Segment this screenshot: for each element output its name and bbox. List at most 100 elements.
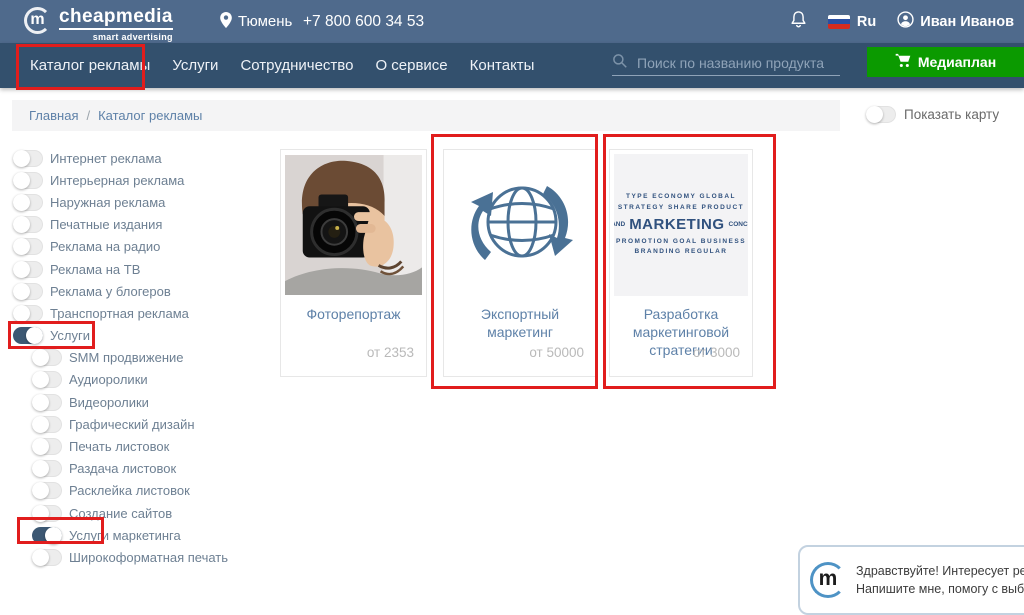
filter-toggle[interactable] [13, 327, 43, 344]
logo-letter: m [27, 10, 48, 31]
filter-toggle[interactable] [32, 394, 62, 411]
cart-icon [895, 53, 911, 71]
filter-toggle[interactable] [13, 172, 43, 189]
show-map-toggle[interactable] [866, 106, 896, 123]
user-name: Иван Иванов [920, 14, 1014, 30]
filter-label: Видеоролики [69, 395, 149, 410]
breadcrumb-home-link[interactable]: Главная [29, 108, 78, 123]
filter-label: Печатные издания [50, 217, 162, 232]
filter-row: Услуги [13, 325, 228, 347]
product-title: Фоторепортаж [285, 305, 422, 323]
phone-number[interactable]: +7 800 600 34 53 [303, 0, 424, 43]
filter-toggle[interactable] [13, 305, 43, 322]
russian-flag-icon [828, 15, 850, 29]
filter-row: Аудиоролики [32, 369, 228, 391]
filter-label: Реклама на радио [50, 239, 160, 254]
product-card-marketing-strategy[interactable]: TYPE ECONOMY GLOBAL STRATEGY SHARE PRODU… [609, 149, 753, 377]
filter-label: Услуги маркетинга [69, 528, 181, 543]
breadcrumb-separator: / [86, 108, 90, 123]
filter-toggle[interactable] [32, 371, 62, 388]
mediaplan-button[interactable]: Медиаплан [867, 47, 1024, 77]
filter-row: Реклама у блогеров [13, 280, 228, 302]
location-pin-icon [220, 12, 232, 32]
filter-row: Транспортная реклама [13, 302, 228, 324]
filter-toggle[interactable] [13, 216, 43, 233]
filter-toggle[interactable] [32, 482, 62, 499]
filter-row: Графический дизайн [32, 413, 228, 435]
filter-label: Раздача листовок [69, 461, 176, 476]
filter-toggle[interactable] [13, 238, 43, 255]
category-filter-list: Интернет реклама Интерьерная реклама Наруж… [13, 147, 228, 569]
top-bar: m cheapmedia smart advertising Тюмень +7… [0, 0, 1024, 43]
breadcrumb-current[interactable]: Каталог рекламы [98, 108, 202, 123]
cheapmedia-logo[interactable]: m cheapmedia smart advertising [24, 7, 173, 42]
filter-row: Реклама на ТВ [13, 258, 228, 280]
product-title: Экспортный маркетинг [448, 305, 592, 341]
product-card-photoreport[interactable]: Фоторепортаж от 2353 [280, 149, 427, 377]
filter-toggle[interactable] [13, 194, 43, 211]
notifications-bell-icon[interactable] [790, 9, 807, 34]
filter-toggle[interactable] [32, 349, 62, 366]
filter-row: SMM продвижение [32, 347, 228, 369]
filter-row: Интернет реклама [13, 147, 228, 169]
filter-toggle[interactable] [32, 549, 62, 566]
city-name: Тюмень [238, 13, 292, 30]
main-menu: Каталог рекламы Услуги Сотрудничество О … [30, 43, 534, 88]
filter-toggle[interactable] [13, 150, 43, 167]
chat-logo-m-icon: m [810, 562, 846, 598]
filter-label: Интернет реклама [50, 151, 162, 166]
filter-row: Интерьерная реклама [13, 169, 228, 191]
globe-arrows-icon [448, 154, 592, 296]
filter-toggle[interactable] [32, 527, 62, 544]
logo-m-icon: m [24, 7, 51, 34]
product-price: от 2353 [367, 345, 414, 360]
show-map-control: Показать карту [866, 106, 999, 123]
filter-label: Реклама у блогеров [50, 284, 171, 299]
user-account[interactable]: Иван Иванов [897, 11, 1014, 32]
nav-item-services[interactable]: Услуги [172, 57, 218, 74]
nav-item-about[interactable]: О сервисе [375, 57, 447, 74]
filter-label: Создание сайтов [69, 506, 172, 521]
filter-label: SMM продвижение [69, 350, 184, 365]
filter-label: Расклейка листовок [69, 483, 190, 498]
nav-item-cooperation[interactable]: Сотрудничество [240, 57, 353, 74]
filter-label: Широкоформатная печать [69, 550, 228, 565]
nav-item-contacts[interactable]: Контакты [470, 57, 535, 74]
breadcrumb: Главная / Каталог рекламы [12, 100, 840, 131]
filter-toggle[interactable] [32, 460, 62, 477]
product-price: от 50000 [529, 345, 584, 360]
user-avatar-icon [897, 11, 914, 32]
filter-label: Графический дизайн [69, 417, 195, 432]
filter-label: Наружная реклама [50, 195, 165, 210]
filter-label: Услуги [50, 328, 90, 343]
filter-row: Наружная реклама [13, 191, 228, 213]
search-input[interactable] [635, 54, 840, 72]
filter-toggle[interactable] [32, 505, 62, 522]
city-selector[interactable]: Тюмень [220, 0, 292, 43]
filter-toggle[interactable] [32, 438, 62, 455]
product-card-export-marketing[interactable]: Экспортный маркетинг от 50000 [443, 149, 597, 377]
filter-label: Транспортная реклама [50, 306, 189, 321]
nav-item-catalog[interactable]: Каталог рекламы [30, 57, 150, 74]
filter-row: Видеоролики [32, 391, 228, 413]
language-code: Ru [857, 14, 876, 30]
filter-toggle[interactable] [13, 261, 43, 278]
show-map-label: Показать карту [904, 107, 999, 122]
filter-row: Печать листовок [32, 435, 228, 457]
logo-tagline: smart advertising [59, 32, 173, 42]
filter-toggle[interactable] [32, 416, 62, 433]
chat-widget[interactable]: m Здравствуйте! Интересует реклама Напиш… [798, 545, 1024, 615]
language-selector[interactable]: Ru [828, 14, 876, 30]
filter-row: Расклейка листовок [32, 480, 228, 502]
marketing-word-cloud: TYPE ECONOMY GLOBAL STRATEGY SHARE PRODU… [614, 154, 748, 296]
filter-label: Реклама на ТВ [50, 262, 140, 277]
logo-name: cheapmedia [59, 7, 173, 30]
filter-toggle[interactable] [13, 283, 43, 300]
search-icon [612, 53, 627, 73]
filter-row: Раздача листовок [32, 458, 228, 480]
filter-row: Широкоформатная печать [32, 546, 228, 568]
filter-row: Реклама на радио [13, 236, 228, 258]
product-price: от 3000 [693, 345, 740, 360]
filter-row: Создание сайтов [32, 502, 228, 524]
filter-row: Печатные издания [13, 214, 228, 236]
